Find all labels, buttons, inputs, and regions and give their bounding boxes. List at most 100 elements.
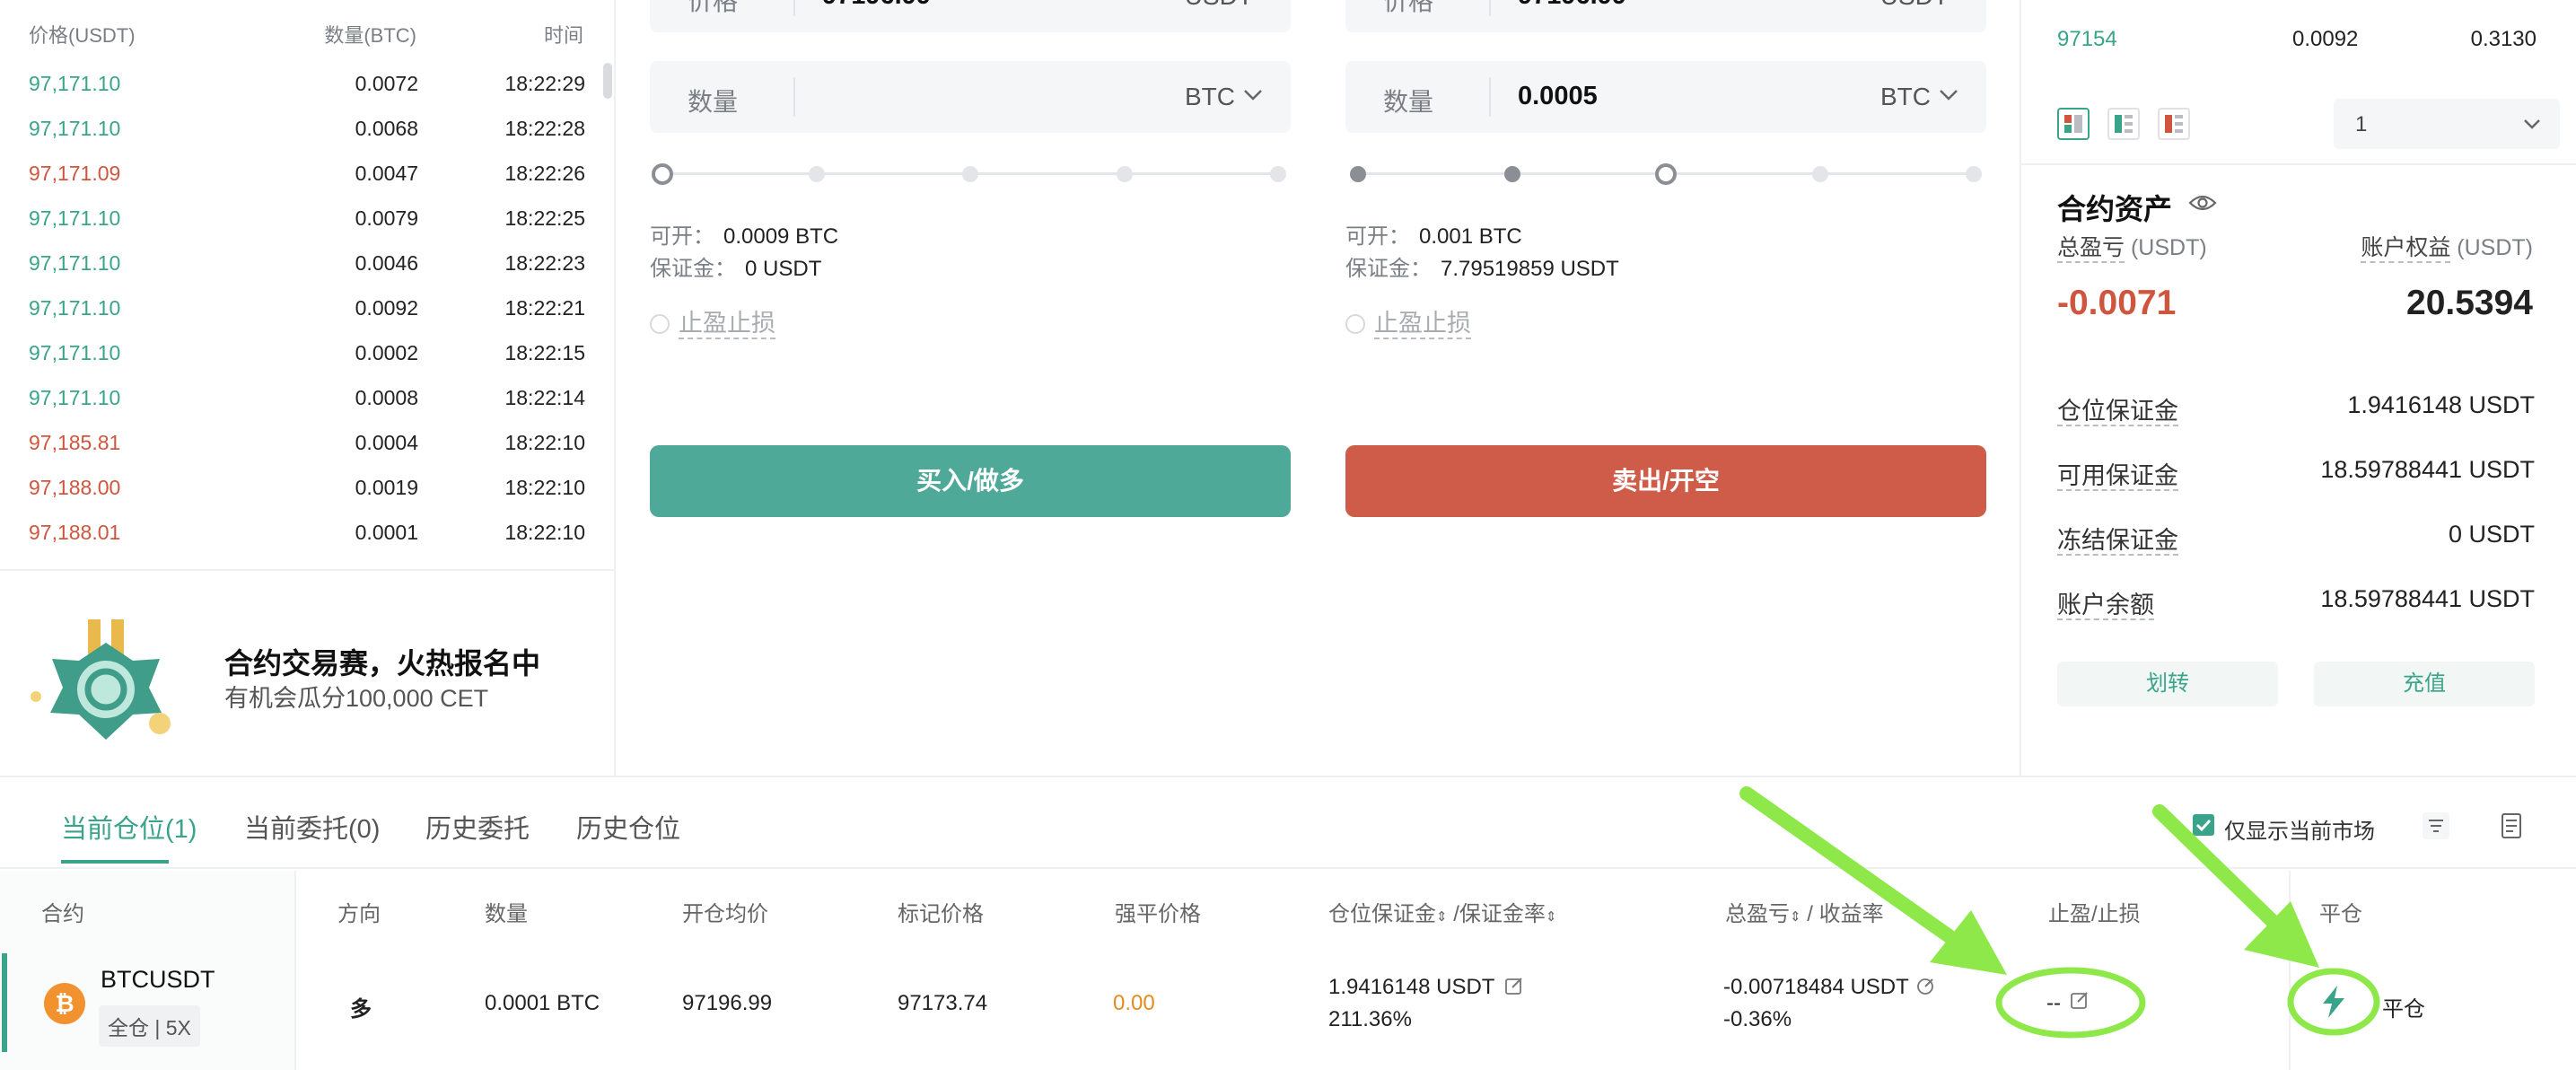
position-sltp-value: -- <box>2046 991 2061 1015</box>
sell-open-label: 可开： <box>1345 224 1410 249</box>
trade-qty: 0.0079 <box>355 206 418 230</box>
buy-qty-label: 数量 <box>688 88 739 116</box>
asset-row: 可用保证金 18.59788441 USDT <box>2057 456 2535 491</box>
asset-row-label: 冻结保证金 <box>2057 527 2178 556</box>
trade-row: 97,171.10 0.0008 18:22:14 <box>0 375 616 420</box>
trade-qty: 0.0019 <box>355 476 418 499</box>
asset-row: 仓位保证金 1.9416148 USDT <box>2057 391 2535 426</box>
sell-sltp-toggle[interactable]: 止盈止损 <box>1345 303 1471 339</box>
slider-stop[interactable] <box>1966 166 1982 182</box>
th-contract: 合约 <box>41 902 84 926</box>
filter-current-market-label[interactable]: 仅显示当前市场 <box>2224 813 2375 845</box>
trade-qty: 0.0008 <box>355 386 418 409</box>
sell-price-label: 价格 <box>1383 0 1434 15</box>
chevron-down-icon[interactable] <box>1938 84 1959 106</box>
tab-3[interactable]: 历史仓位 <box>576 808 680 846</box>
edit-sltp-icon[interactable] <box>2070 991 2090 1011</box>
buy-price-unit: USDT <box>1185 0 1253 11</box>
depth-precision-select[interactable]: 1 <box>2334 99 2560 149</box>
buy-long-button[interactable]: 买入/做多 <box>650 445 1291 517</box>
trade-time: 18:22:25 <box>504 206 585 230</box>
sell-short-button[interactable]: 卖出/开空 <box>1345 445 1986 517</box>
promo-banner[interactable]: 合约交易赛，火热报名中 有机会瓜分100,000 CET <box>0 569 616 776</box>
deposit-button[interactable]: 充值 <box>2314 662 2535 706</box>
share-icon[interactable] <box>1915 977 1935 996</box>
sell-price-value: 97196.99 <box>1518 0 1626 11</box>
slider-stop[interactable] <box>962 166 978 182</box>
field-separator <box>793 0 795 16</box>
slider-handle[interactable] <box>1655 163 1677 185</box>
flash-close-icon[interactable] <box>2318 984 2350 1020</box>
trade-row: 97,188.00 0.0019 18:22:10 <box>0 465 616 510</box>
buy-price-value: 97196.99 <box>822 0 931 11</box>
tab-1[interactable]: 当前委托(0) <box>244 808 380 846</box>
position-mode-badge: 全仓 | 5X <box>99 1005 200 1047</box>
th-pnl-text: 总盈亏 <box>1725 902 1790 926</box>
th-pnl[interactable]: 总盈亏⇕ / 收益率 <box>1725 896 1884 927</box>
buy-sltp-toggle[interactable]: 止盈止损 <box>650 303 775 339</box>
sell-qty-input[interactable]: 数量 0.0005 BTC <box>1345 61 1986 133</box>
slider-stop[interactable] <box>1270 166 1286 182</box>
buy-price-label: 价格 <box>688 0 739 15</box>
slider-stop[interactable] <box>1350 166 1366 182</box>
checkbox-checked-icon[interactable] <box>2192 813 2215 837</box>
trade-qty: 0.0068 <box>355 117 418 140</box>
th-margin-text: 仓位保证金 <box>1328 902 1436 926</box>
buy-qty-unit-select[interactable]: BTC <box>1185 83 1235 111</box>
position-liq-price: 0.00 <box>1113 991 1155 1015</box>
slider-stop[interactable] <box>1116 166 1133 182</box>
trade-qty: 0.0002 <box>355 341 418 364</box>
pnl-value: -0.0071 <box>2057 284 2177 322</box>
trade-row: 97,171.10 0.0068 18:22:28 <box>0 106 616 151</box>
tab-0[interactable]: 当前仓位(1) <box>61 808 197 846</box>
orderbook-top-price: 97154 <box>2057 27 2117 51</box>
chevron-down-icon[interactable] <box>1242 84 1264 106</box>
asset-row: 账户余额 18.59788441 USDT <box>2057 585 2535 620</box>
buy-qty-input[interactable]: 数量 BTC <box>650 61 1291 133</box>
transfer-button[interactable]: 划转 <box>2057 662 2278 706</box>
slider-handle[interactable] <box>652 163 673 185</box>
buy-price-input[interactable]: 价格 97196.99 USDT <box>650 0 1291 32</box>
layout-buy-icon[interactable] <box>2107 108 2140 140</box>
asset-row-label: 账户余额 <box>2057 592 2154 620</box>
sort-icon[interactable]: ⇕ <box>1546 909 1557 925</box>
asset-row-label: 可用保证金 <box>2057 462 2178 491</box>
buy-margin-info: 保证金： 0 USDT <box>650 250 821 282</box>
sell-price-unit: USDT <box>1880 0 1949 11</box>
trade-time: 18:22:10 <box>504 431 585 454</box>
layout-both-icon[interactable] <box>2057 108 2090 140</box>
sell-qty-unit-select[interactable]: BTC <box>1880 83 1931 111</box>
trade-price: 97,171.10 <box>29 251 121 275</box>
slider-stop[interactable] <box>1503 166 1520 182</box>
close-position-button[interactable]: 平仓 <box>2382 991 2425 1022</box>
equity-label: 账户权益 (USDT) <box>2361 230 2533 263</box>
th-margin[interactable]: 仓位保证金⇕ /保证金率⇕ <box>1328 896 1557 927</box>
sell-price-input[interactable]: 价格 97196.99 USDT <box>1345 0 1986 32</box>
tab-2[interactable]: 历史委托 <box>425 808 530 846</box>
buy-margin-value: 0 USDT <box>745 257 822 281</box>
radio-icon <box>1345 314 1365 334</box>
sort-icon[interactable]: ⇕ <box>1790 909 1801 925</box>
sort-icon[interactable]: ⇕ <box>1436 909 1448 925</box>
document-icon[interactable] <box>2497 811 2526 840</box>
trades-scrollbar[interactable] <box>603 63 612 99</box>
column-filter-icon[interactable] <box>2422 811 2450 840</box>
th-mark-price: 标记价格 <box>898 902 984 926</box>
position-symbol[interactable]: BTCUSDT <box>101 966 215 994</box>
trade-row: 97,171.10 0.0092 18:22:21 <box>0 285 616 330</box>
layout-sell-icon[interactable] <box>2158 108 2190 140</box>
position-margin-value: 1.9416148 USDT <box>1328 975 1495 999</box>
edit-icon[interactable] <box>1504 977 1524 996</box>
trade-price: 97,171.10 <box>29 296 121 320</box>
field-separator <box>793 77 795 117</box>
equity-value: 20.5394 <box>2406 284 2533 322</box>
slider-stop[interactable] <box>808 166 825 182</box>
sell-qty-slider[interactable] <box>1347 161 1985 188</box>
eye-icon[interactable] <box>2188 190 2217 215</box>
trophy-badge-icon <box>31 619 171 740</box>
th-qty: 数量 <box>485 902 528 926</box>
buy-qty-slider[interactable] <box>652 161 1289 188</box>
pnl-label-text: 总盈亏 <box>2057 235 2125 263</box>
orderbook-top-qty: 0.0092 <box>2292 27 2359 51</box>
slider-stop[interactable] <box>1811 166 1828 182</box>
